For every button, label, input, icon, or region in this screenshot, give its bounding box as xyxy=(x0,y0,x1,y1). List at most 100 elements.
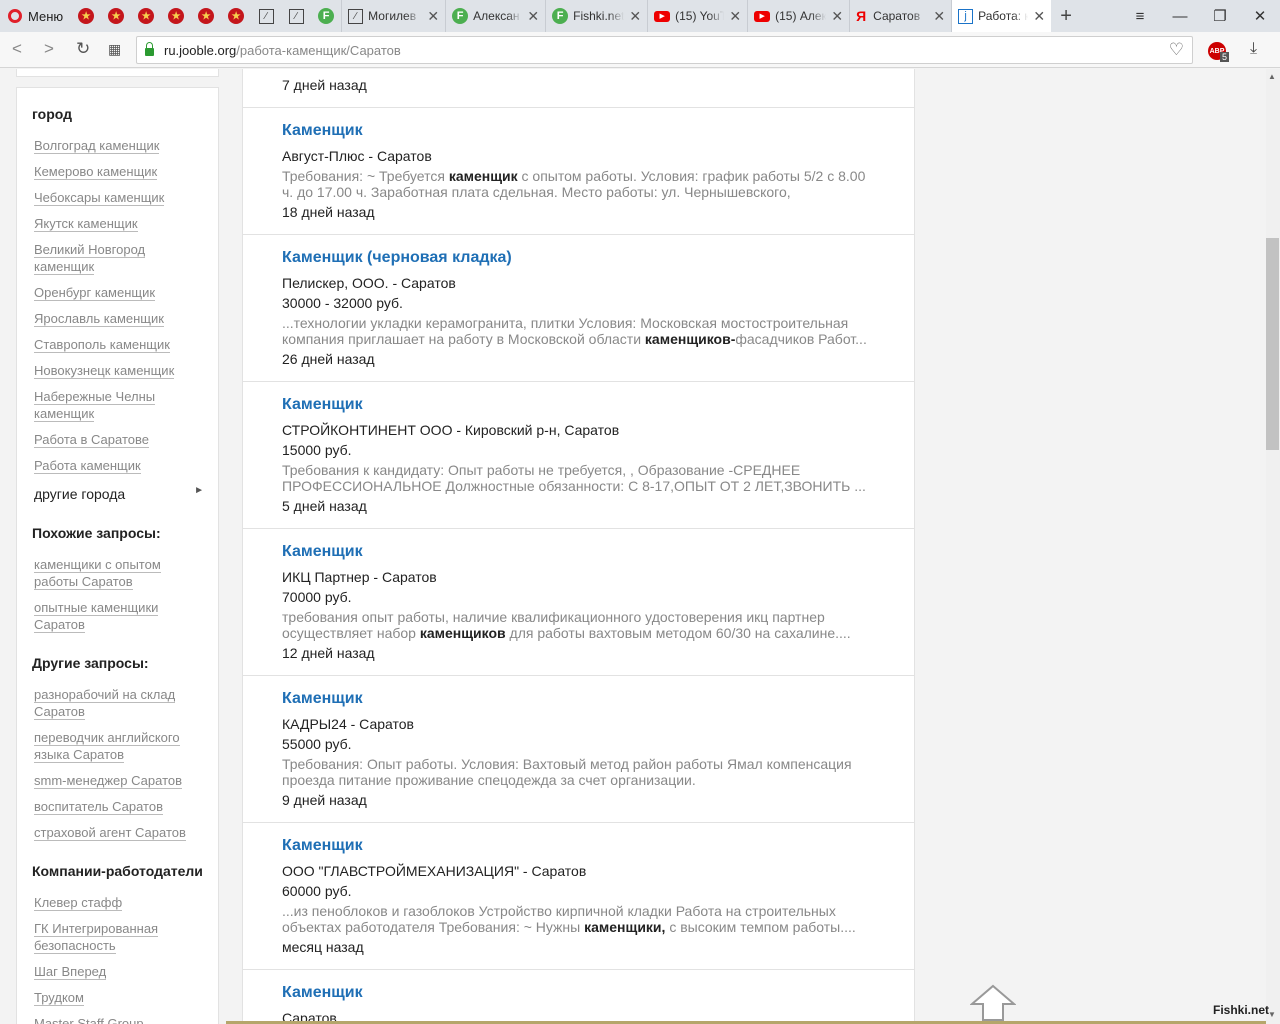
city-link[interactable]: Якутск каменщик xyxy=(34,215,194,232)
close-tab-icon[interactable]: ✕ xyxy=(629,8,641,25)
soviet-emblem-icon: ★ xyxy=(138,8,155,24)
scroll-down-icon[interactable]: ▼ xyxy=(1268,1010,1276,1019)
company-link[interactable]: Master Staff Group xyxy=(34,1015,194,1024)
other-query-link[interactable]: воспитатель Саратов xyxy=(34,798,194,815)
other-query-link[interactable]: smm-менеджер Саратов xyxy=(34,772,194,789)
download-icon[interactable]: ⤓ xyxy=(1250,40,1257,58)
job-company: СТРОЙКОНТИНЕНТ ООО - Кировский р-н, Сара… xyxy=(282,422,620,438)
pinned-tab[interactable]: F xyxy=(311,0,341,32)
pinned-tab[interactable]: ∕ xyxy=(281,0,311,32)
tab-title: Fishki.net xyxy=(573,9,625,23)
close-tab-icon[interactable]: ✕ xyxy=(527,8,539,25)
job-title-link[interactable]: Каменщик xyxy=(282,837,363,855)
job-title-link[interactable]: Каменщик (черновая кладка) xyxy=(282,249,512,267)
job-card: Каменщик ООО "ГЛАВСТРОЙМЕХАНИЗАЦИЯ" - Са… xyxy=(243,823,914,970)
tab-title: Саратов xyxy=(873,9,921,23)
job-age: 26 дней назад xyxy=(282,351,375,367)
city-section-title: город xyxy=(32,106,73,122)
city-link[interactable]: Ярославль каменщик xyxy=(34,310,194,327)
browser-tab[interactable]: ∕ Могилев ✕ xyxy=(341,0,445,32)
scrollbar-thumb[interactable] xyxy=(1266,238,1279,450)
pinned-tab[interactable]: ★ xyxy=(191,0,221,32)
pinned-tab[interactable]: ★ xyxy=(71,0,101,32)
url-host: ru.jooble.org xyxy=(164,42,237,58)
page-content: город Волгоград каменщик Кемерово каменщ… xyxy=(0,69,1266,1024)
similar-section-title: Похожие запросы: xyxy=(32,525,161,541)
close-window-icon[interactable]: ✕ xyxy=(1240,0,1280,32)
job-card: Каменщик ИКЦ Партнер - Саратов 70000 руб… xyxy=(243,529,914,676)
job-title-link[interactable]: Каменщик xyxy=(282,122,363,140)
job-title-link[interactable]: Каменщик xyxy=(282,396,363,414)
adblock-count: 5 xyxy=(1220,52,1230,62)
tab-menu-icon[interactable]: ≡ xyxy=(1120,0,1160,32)
pinned-tab[interactable]: ★ xyxy=(131,0,161,32)
close-tab-icon[interactable]: ✕ xyxy=(427,8,439,25)
other-query-link[interactable]: разнорабочий на склад Саратов xyxy=(34,686,184,720)
url-field[interactable]: ru.jooble.org/работа-каменщик/Саратов ♡ xyxy=(136,36,1193,64)
city-link[interactable]: Набережные Челны каменщик xyxy=(34,388,169,422)
sidebar: город Волгоград каменщик Кемерово каменщ… xyxy=(16,87,219,1024)
city-link[interactable]: Чебоксары каменщик xyxy=(34,189,194,206)
company-link[interactable]: Шаг Вперед xyxy=(34,963,194,980)
scroll-to-top-icon[interactable] xyxy=(970,984,1016,1022)
similar-link[interactable]: опытные каменщики Саратов xyxy=(34,599,169,633)
pinned-tab[interactable]: ★ xyxy=(221,0,251,32)
job-company: Август-Плюс - Саратов xyxy=(282,148,432,164)
job-age: 7 дней назад xyxy=(282,77,367,93)
close-tab-icon[interactable]: ✕ xyxy=(729,8,741,25)
job-description-line: компания приглашает на работу в Московск… xyxy=(282,331,867,347)
close-tab-icon[interactable]: ✕ xyxy=(1033,8,1045,25)
browser-tab[interactable]: F Fishki.net ✕ xyxy=(545,0,647,32)
job-title-link[interactable]: Каменщик xyxy=(282,690,363,708)
fishki-icon: F xyxy=(452,8,469,24)
browser-tab[interactable]: Я Саратов ✕ xyxy=(849,0,951,32)
job-title-link[interactable]: Каменщик xyxy=(282,543,363,561)
job-card: Каменщик КАДРЫ24 - Саратов 55000 руб. Тр… xyxy=(243,676,914,823)
other-query-link[interactable]: переводчик английского языка Саратов xyxy=(34,729,189,763)
watermark: Fishki.net xyxy=(1213,1003,1270,1017)
minimize-icon[interactable]: — xyxy=(1160,0,1200,32)
city-link[interactable]: Великий Новгород каменщик xyxy=(34,241,164,275)
speed-dial-icon[interactable]: ▦ xyxy=(108,41,121,58)
opera-menu-button[interactable]: Меню xyxy=(0,0,71,32)
close-tab-icon[interactable]: ✕ xyxy=(831,8,843,25)
soviet-emblem-icon: ★ xyxy=(108,8,125,24)
yandex-icon: Я xyxy=(856,8,867,24)
browser-tab[interactable]: ▶ (15) Алек ✕ xyxy=(747,0,849,32)
close-tab-icon[interactable]: ✕ xyxy=(933,8,945,25)
browser-tab[interactable]: ▶ (15) YouTu ✕ xyxy=(647,0,747,32)
browser-tab-active[interactable]: j Работа: ка ✕ xyxy=(951,0,1052,32)
restore-icon[interactable]: ❐ xyxy=(1200,0,1240,32)
opera-logo-icon xyxy=(8,9,22,23)
other-query-link[interactable]: страховой агент Саратов xyxy=(34,824,204,841)
back-icon[interactable]: < xyxy=(12,39,22,59)
company-link[interactable]: Клевер стафф xyxy=(34,894,194,911)
menu-label: Меню xyxy=(28,8,64,24)
city-link[interactable]: Оренбург каменщик xyxy=(34,284,194,301)
city-link[interactable]: Работа в Саратове xyxy=(34,431,194,448)
job-title-link[interactable]: Каменщик xyxy=(282,984,363,1002)
pinned-tab[interactable]: ★ xyxy=(161,0,191,32)
pinned-tab[interactable]: ∕ xyxy=(251,0,281,32)
similar-link[interactable]: каменщики с опытом работы Саратов xyxy=(34,556,174,590)
city-link[interactable]: Работа каменщик xyxy=(34,457,194,474)
pinned-tab[interactable]: ★ xyxy=(101,0,131,32)
url-path: /работа-каменщик/Саратов xyxy=(236,42,401,58)
soviet-emblem-icon: ★ xyxy=(228,8,245,24)
new-tab-button[interactable]: + xyxy=(1051,5,1081,28)
scrollbar-track[interactable] xyxy=(1266,69,1280,1024)
company-link[interactable]: Трудком xyxy=(34,989,194,1006)
bookmark-heart-icon[interactable]: ♡ xyxy=(1169,40,1184,60)
browser-tab[interactable]: F Алексан ✕ xyxy=(445,0,545,32)
city-link[interactable]: Новокузнецк каменщик xyxy=(34,362,194,379)
city-link[interactable]: Волгоград каменщик xyxy=(34,137,194,154)
reload-icon[interactable]: ↻ xyxy=(76,39,90,59)
company-link[interactable]: ГК Интегрированная безопасность xyxy=(34,920,169,954)
city-link[interactable]: Ставрополь каменщик xyxy=(34,336,194,353)
note-icon: ∕ xyxy=(288,8,304,24)
other-cities-toggle[interactable]: другие города ► xyxy=(34,485,204,502)
city-link[interactable]: Кемерово каменщик xyxy=(34,163,194,180)
forward-icon[interactable]: > xyxy=(44,39,54,59)
scroll-up-icon[interactable]: ▲ xyxy=(1268,72,1276,81)
job-company: ИКЦ Партнер - Саратов xyxy=(282,569,437,585)
